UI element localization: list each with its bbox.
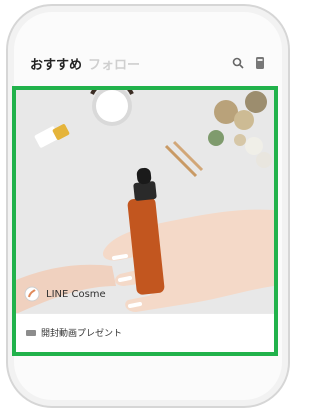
- feed-card-highlighted[interactable]: LINE Cosme 開封動画プレゼント: [12, 86, 278, 356]
- brand-logo-icon: [24, 286, 40, 302]
- post-image: [16, 90, 274, 314]
- profile-icon[interactable]: [254, 56, 266, 70]
- search-icon[interactable]: [232, 57, 244, 69]
- feed-header: おすすめ フォロー: [30, 52, 266, 74]
- creator-name: LINE Cosme: [46, 288, 106, 300]
- creator-badge[interactable]: LINE Cosme: [24, 286, 106, 302]
- promo-tag[interactable]: 開封動画プレゼント: [26, 326, 122, 339]
- promo-label: 開封動画プレゼント: [41, 329, 123, 339]
- tab-recommended[interactable]: おすすめ: [30, 54, 82, 73]
- header-actions: [232, 56, 266, 70]
- tab-following[interactable]: フォロー: [88, 54, 140, 73]
- post-footer: LINE Cosme 開封動画プレゼント: [16, 286, 274, 352]
- tag-icon: [26, 329, 36, 336]
